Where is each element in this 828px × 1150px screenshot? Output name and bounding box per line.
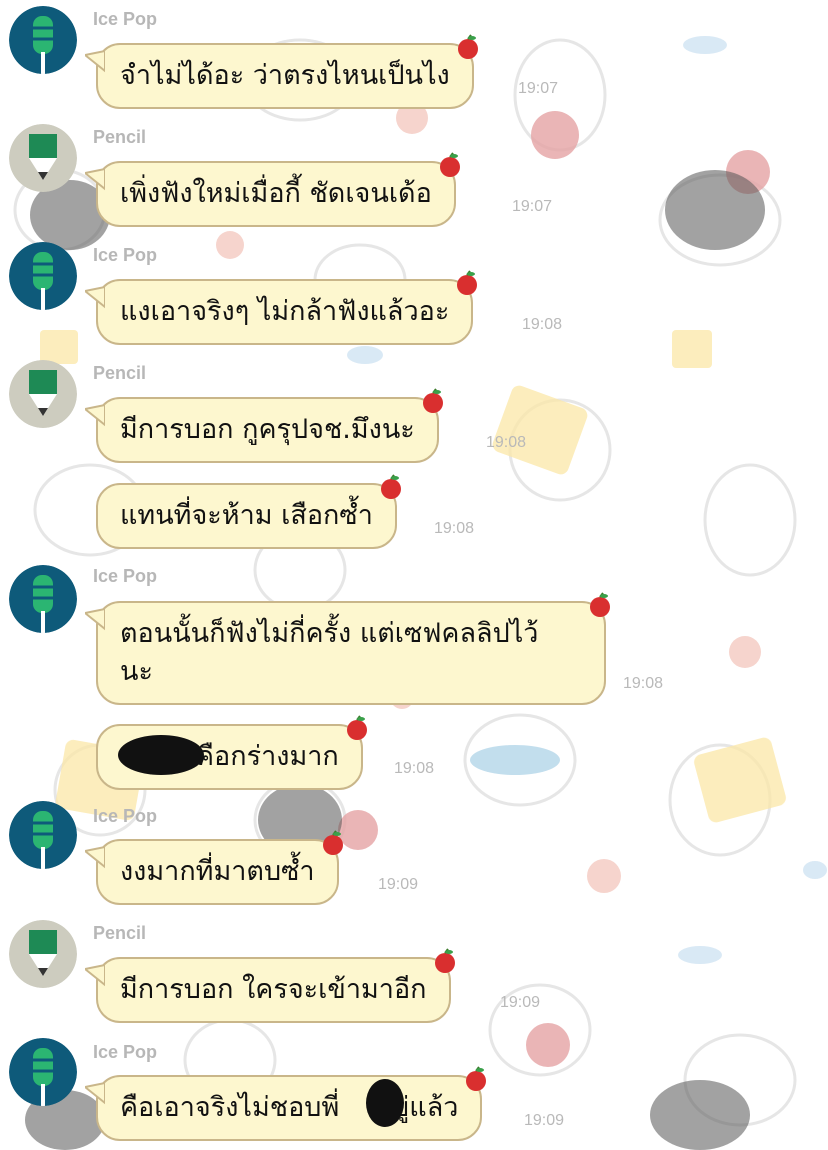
message-text: มีการบอก ใครจะเข้ามาอีก — [120, 974, 427, 1005]
redaction-scribble — [118, 735, 204, 775]
message-bubble[interactable]: แทนที่จะห้าม เสือกซ้ำ — [96, 474, 401, 549]
ice-pop-icon — [9, 801, 77, 869]
message-bubble[interactable]: ตอนนั้นก็ฟังไม่กี่ครั้ง แต่เซฟคลลิปไว้ น… — [85, 592, 610, 705]
ice-pop-icon — [9, 6, 77, 74]
message-text-line: นะ — [120, 656, 153, 687]
apple-icon — [322, 830, 343, 855]
timestamp: 19:08 — [434, 520, 475, 537]
sender-name: Ice Pop — [93, 245, 158, 265]
bubble-tail — [85, 1081, 105, 1105]
avatar[interactable] — [9, 1038, 77, 1106]
message-text: คือเอาจริงไม่ชอบพี่ — [120, 1092, 340, 1123]
bubble-tail — [85, 167, 105, 191]
sender-name: Pencil — [93, 127, 147, 147]
sender-name: Ice Pop — [93, 9, 158, 29]
avatar[interactable] — [9, 360, 77, 428]
message-text: เพิ่งฟังใหม่เมื่อกี้ ชัดเจนเด้อ — [120, 178, 432, 209]
sender-name: Ice Pop — [93, 566, 158, 586]
sender-name: Ice Pop — [93, 806, 158, 826]
timestamp: 19:08 — [486, 434, 527, 451]
bubble-tail — [85, 845, 105, 869]
timestamp: 19:08 — [394, 760, 435, 777]
message-text: จำไม่ได้อะ ว่าตรงไหนเป็นไง — [120, 60, 450, 91]
message-text: คือกร่างมาก — [196, 741, 339, 772]
timestamp: 19:09 — [378, 876, 419, 893]
pencil-icon — [9, 920, 77, 988]
message-bubble[interactable]: จำไม่ได้อะ ว่าตรงไหนเป็นไง — [85, 34, 478, 109]
avatar[interactable] — [9, 6, 77, 74]
timestamp: 19:08 — [522, 316, 563, 333]
message-text: แทนที่จะห้าม เสือกซ้ำ — [120, 500, 373, 531]
avatar[interactable] — [9, 242, 77, 310]
sender-name: Pencil — [93, 923, 147, 943]
timestamp: 19:08 — [623, 675, 664, 692]
timestamp: 19:07 — [518, 80, 559, 97]
bubble-tail — [85, 285, 105, 309]
redaction-scribble — [366, 1079, 404, 1127]
pencil-icon — [9, 360, 77, 428]
apple-icon — [346, 715, 367, 740]
apple-icon — [590, 592, 610, 617]
message-bubble[interactable]: เพิ่งฟังใหม่เมื่อกี้ ชัดเจนเด้อ — [85, 152, 460, 227]
message-text: งงมากที่มาตบซ้ำ — [120, 856, 315, 887]
bubble-tail — [85, 607, 105, 631]
pencil-icon — [9, 124, 77, 192]
message-text: มีการบอก กูครุปจช.มึงนะ — [120, 414, 415, 445]
avatar[interactable] — [9, 565, 77, 633]
timestamp: 19:09 — [524, 1112, 565, 1129]
avatar[interactable] — [9, 801, 77, 869]
apple-icon — [457, 34, 478, 59]
message-bubble[interactable]: งงมากที่มาตบซ้ำ — [85, 830, 343, 905]
apple-icon — [466, 1066, 487, 1091]
apple-icon — [457, 270, 478, 295]
ice-pop-icon — [9, 242, 77, 310]
message-bubble[interactable]: คือเอาจริงไม่ชอบพี่ อยู่แล้ว — [85, 1066, 487, 1141]
message-text-line: ตอนนั้นก็ฟังไม่กี่ครั้ง แต่เซฟคลลิปไว้ — [120, 618, 539, 649]
message-bubble[interactable]: แงเอาจริงๆ ไม่กล้าฟังแล้วอะ — [85, 270, 478, 345]
apple-icon — [439, 152, 460, 177]
bubble-tail — [85, 963, 105, 987]
sender-name: Pencil — [93, 363, 147, 383]
timestamp: 19:07 — [512, 198, 553, 215]
apple-icon — [380, 474, 401, 499]
apple-icon — [422, 388, 443, 413]
bubble-tail — [85, 403, 105, 427]
ice-pop-icon — [9, 565, 77, 633]
avatar[interactable] — [9, 920, 77, 988]
timestamp: 19:09 — [500, 994, 541, 1011]
sender-name: Ice Pop — [93, 1042, 158, 1062]
ice-pop-icon — [9, 1038, 77, 1106]
message-bubble[interactable]: มีการบอก ใครจะเข้ามาอีก — [85, 948, 455, 1023]
avatar[interactable] — [9, 124, 77, 192]
apple-icon — [434, 948, 455, 973]
message-bubble[interactable]: มีการบอก กูครุปจช.มึงนะ — [85, 388, 443, 463]
bubble-tail — [85, 49, 105, 73]
message-text: แงเอาจริงๆ ไม่กล้าฟังแล้วอะ — [120, 296, 450, 327]
